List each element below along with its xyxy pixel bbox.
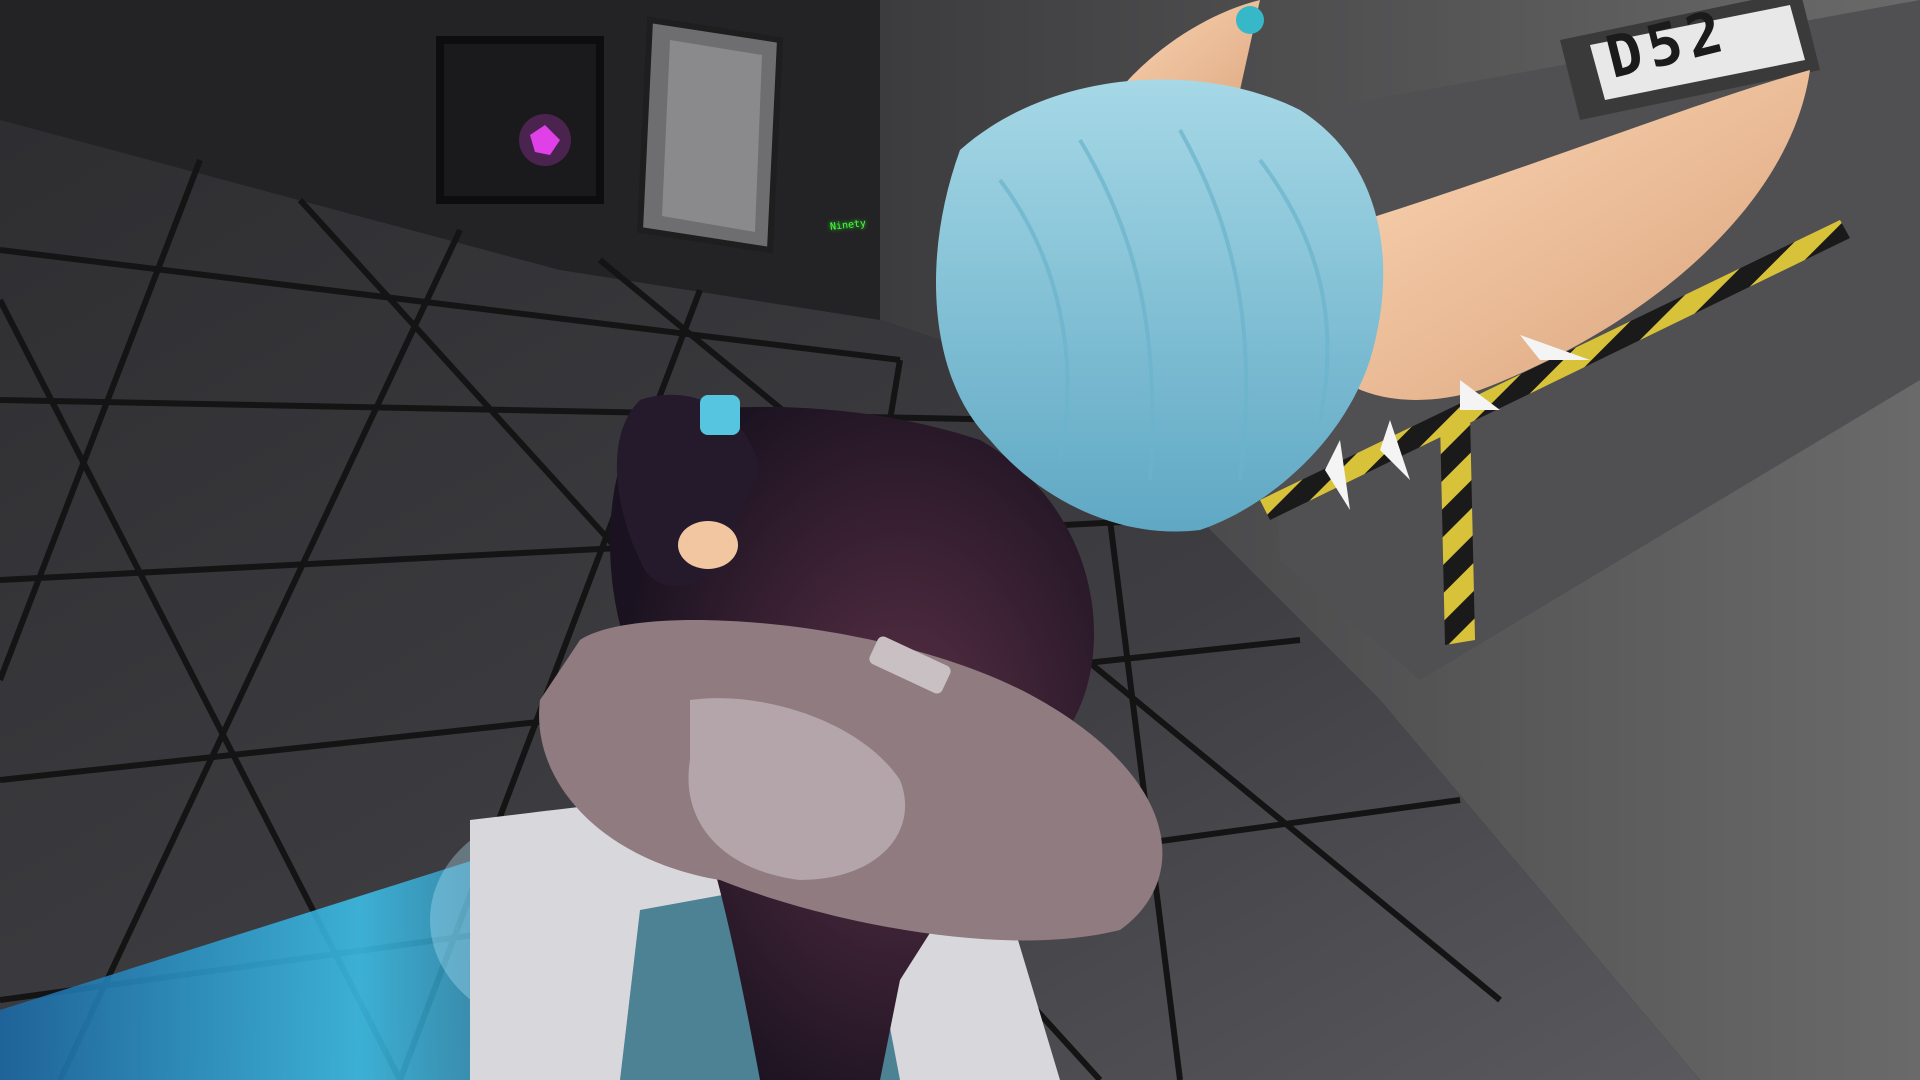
door-panel: [662, 40, 762, 232]
avatar-hand: [678, 521, 738, 569]
wall-shelf: [436, 36, 604, 204]
arm-band: [700, 395, 740, 435]
hazard-stripe-vertical: [1440, 415, 1475, 645]
scene-render: [0, 0, 1920, 1080]
crystal-glow: [519, 114, 571, 166]
ear-piercing: [1236, 6, 1264, 34]
game-viewport: D52 Ninety: [0, 0, 1920, 1080]
